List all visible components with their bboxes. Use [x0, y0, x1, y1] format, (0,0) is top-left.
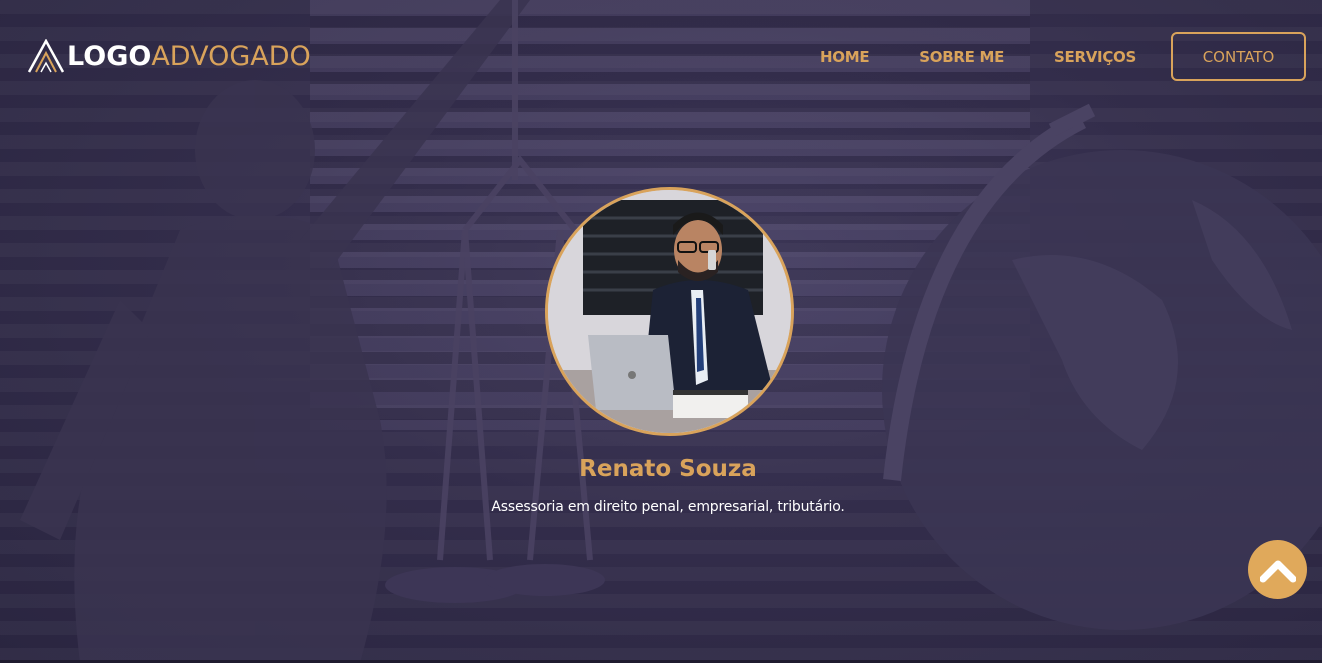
profile-name: Renato Souza — [579, 456, 757, 482]
scroll-to-top-button[interactable] — [1248, 540, 1307, 599]
logo-text-light: ADVOGADO — [151, 40, 311, 72]
lawyer-on-phone-photo — [548, 190, 791, 433]
profile-photo — [545, 187, 794, 436]
profile-tagline: Assessoria em direito penal, empresarial… — [491, 499, 845, 515]
site-logo[interactable]: LOGO ADVOGADO — [27, 38, 311, 74]
contact-button[interactable]: CONTATO — [1171, 32, 1306, 81]
logo-text-bold: LOGO — [67, 40, 152, 72]
main-navigation: HOME SOBRE ME SERVIÇOS CONTATO — [820, 32, 1306, 81]
nav-servicos[interactable]: SERVIÇOS — [1054, 48, 1136, 66]
hero-section: LOGO ADVOGADO HOME SOBRE ME SERVIÇOS CON… — [0, 0, 1322, 663]
nav-home[interactable]: HOME — [820, 48, 870, 66]
triangle-logo-icon — [27, 39, 65, 73]
nav-sobre-me[interactable]: SOBRE ME — [919, 48, 1004, 66]
chevron-up-icon — [1259, 560, 1296, 582]
